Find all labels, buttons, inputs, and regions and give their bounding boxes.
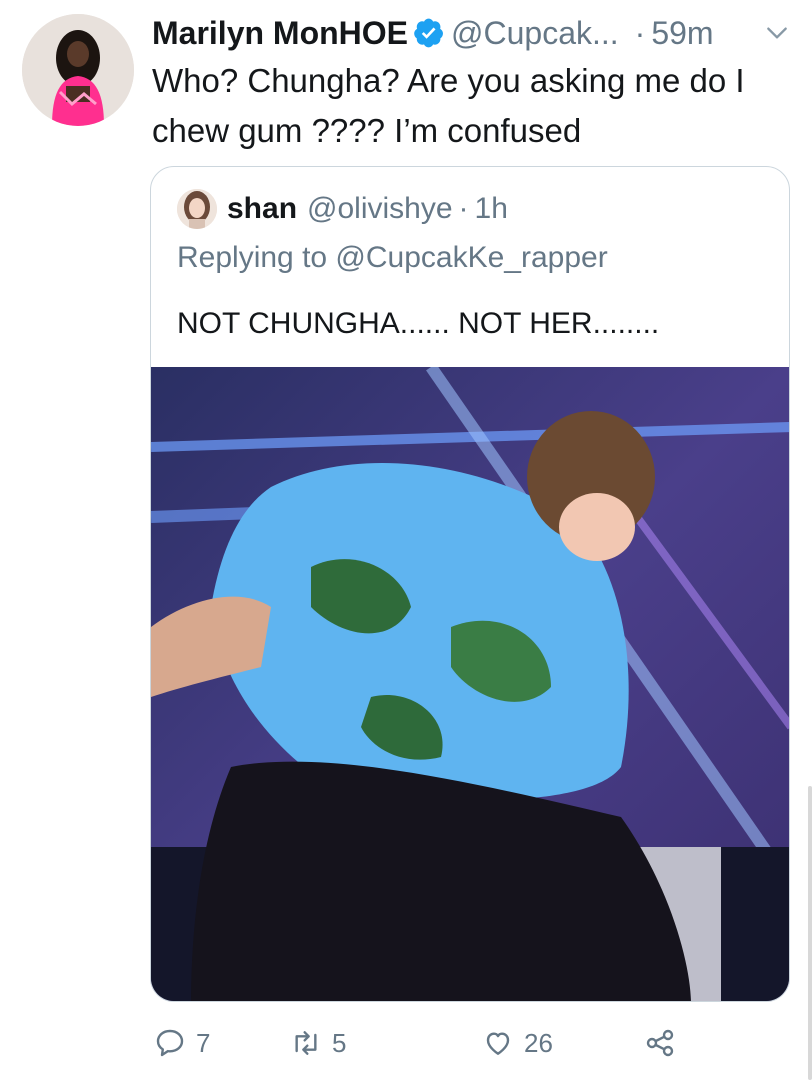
share-icon (644, 1027, 676, 1059)
chevron-down-icon[interactable] (764, 20, 790, 46)
like-button[interactable]: 26 (482, 1026, 553, 1060)
tweet-header: Marilyn MonHOE @Cupcak... · 59m (152, 10, 798, 56)
tweet-timestamp[interactable]: 59m (651, 13, 713, 53)
like-count: 26 (524, 1027, 553, 1058)
author-display-name[interactable]: Marilyn MonHOE (152, 13, 408, 53)
replying-to-label: Replying to @CupcakKe_rapper (177, 241, 608, 274)
tweet-text: Who? Chungha? Are you asking me do I che… (152, 62, 745, 149)
tweet-actions: 7 5 26 (150, 1018, 790, 1068)
scrollbar[interactable] (808, 786, 812, 1080)
quoted-tweet-card[interactable]: shan @olivishye · 1h Replying to @Cupcak… (150, 166, 790, 1002)
quoted-author-name: shan (227, 192, 298, 225)
quoted-tweet-text: NOT CHUNGHA...... NOT HER........ (177, 307, 660, 340)
quoted-tweet-timestamp: 1h (474, 192, 508, 225)
quoted-author-handle: @olivishye (307, 192, 453, 225)
retweet-count: 5 (332, 1027, 347, 1058)
author-avatar-image (22, 14, 134, 126)
video-frame-image (151, 367, 789, 1001)
quoted-header-separator: · (458, 192, 469, 225)
reply-icon (154, 1027, 186, 1059)
heart-icon (482, 1027, 514, 1059)
reply-button[interactable]: 7 (154, 1026, 210, 1060)
verified-badge-icon (413, 17, 445, 49)
retweet-button[interactable]: 5 (290, 1026, 346, 1060)
quoted-tweet-video[interactable] (151, 367, 789, 1001)
share-button[interactable] (644, 1026, 686, 1060)
author-avatar[interactable] (22, 14, 134, 126)
reply-count: 7 (196, 1027, 211, 1058)
quoted-tweet-header: shan @olivishye · 1h (177, 189, 508, 229)
retweet-icon (290, 1027, 322, 1059)
header-separator: · (634, 15, 646, 51)
author-handle[interactable]: @Cupcak... (451, 13, 619, 53)
quoted-author-avatar (177, 189, 217, 229)
